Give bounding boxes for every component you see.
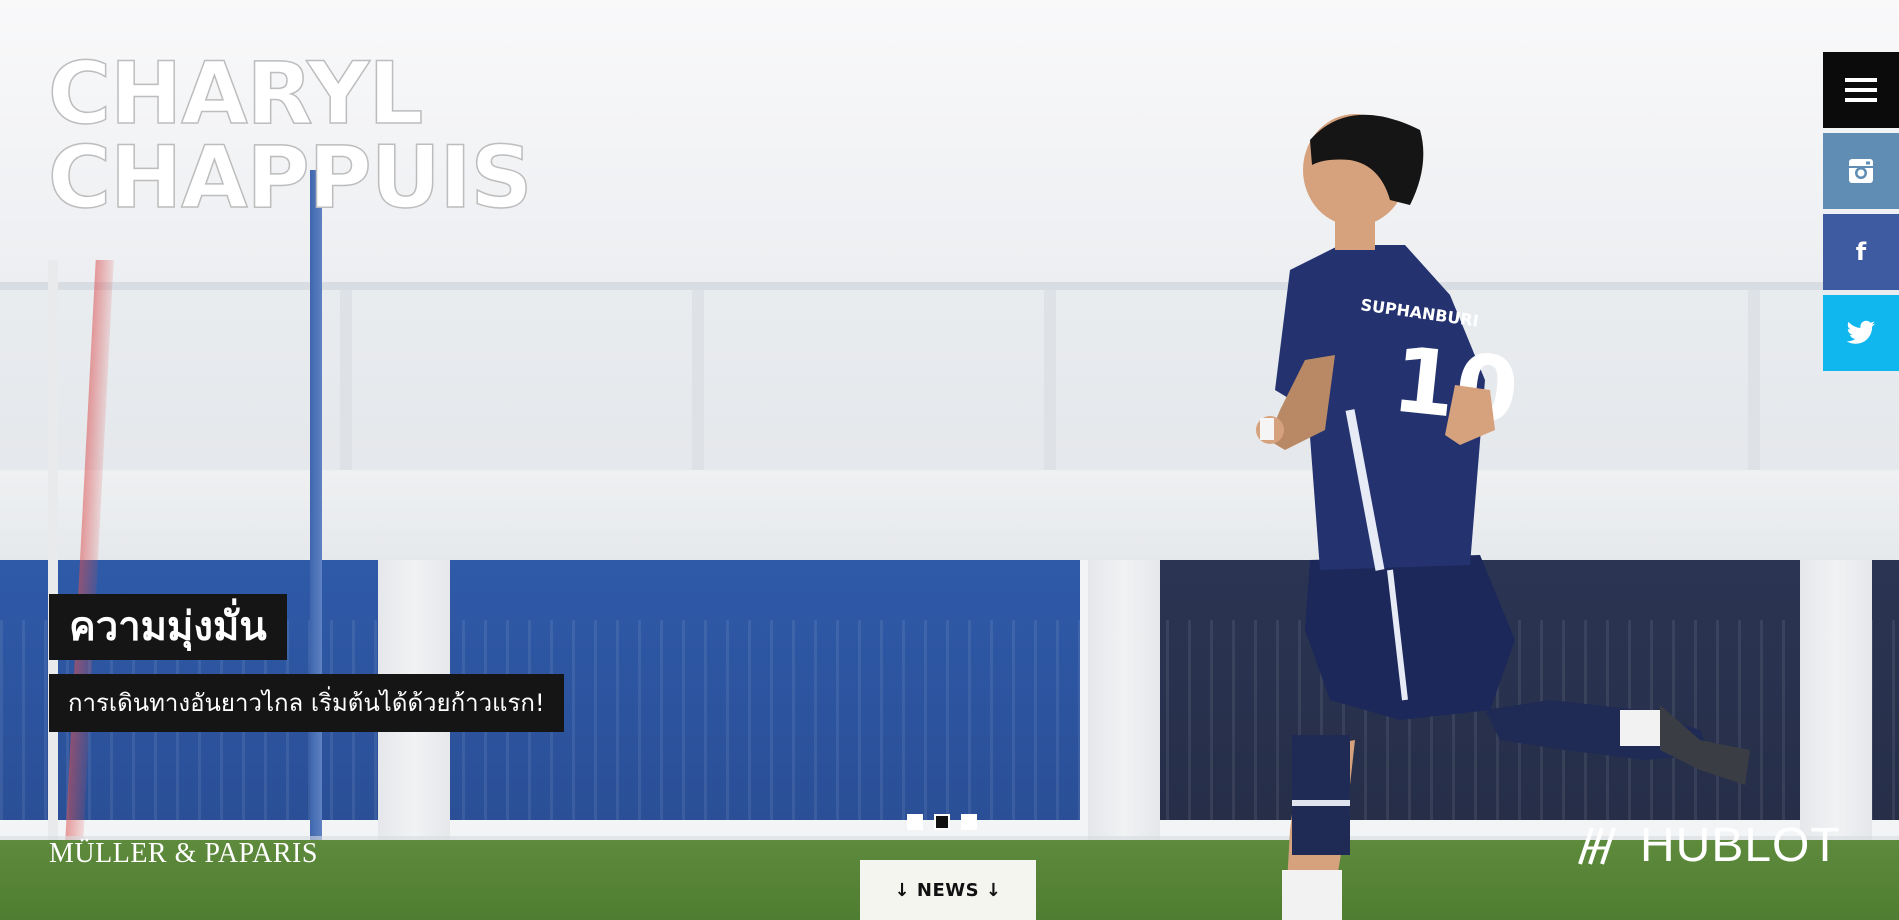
hublot-wordmark: HUBLOT (1640, 819, 1841, 872)
facebook-icon: f (1855, 238, 1867, 266)
site-title-line1: CHARYL (47, 44, 424, 144)
slider-pagination (907, 814, 977, 830)
hamburger-icon (1845, 78, 1877, 102)
slider-dot-3[interactable] (961, 814, 977, 830)
site-title[interactable]: CHARYL CHAPPUIS (47, 44, 533, 228)
slider-dot-2[interactable] (934, 814, 950, 830)
slide-caption-title: ความมุ่งมั่น (49, 594, 287, 660)
player-image: SUPHANBURI 10 (1256, 114, 1750, 920)
sponsor-hublot-logo[interactable]: HUBLOT (1578, 818, 1841, 873)
menu-button[interactable] (1823, 52, 1899, 128)
news-tab-button[interactable]: ↓ NEWS ↓ (860, 860, 1036, 920)
social-sidebar: f (1823, 52, 1899, 376)
instagram-icon (1849, 159, 1873, 183)
slider-dot-1[interactable] (907, 814, 923, 830)
facebook-button[interactable]: f (1823, 214, 1899, 290)
hublot-mark-icon (1578, 826, 1616, 865)
site-title-line2: CHAPPUIS (47, 128, 533, 228)
slide-caption-subtitle: การเดินทางอันยาวไกล เริ่มต้นได้ด้วยก้าวแ… (49, 674, 564, 732)
twitter-icon (1846, 320, 1875, 344)
instagram-button[interactable] (1823, 133, 1899, 209)
hero-slider: SUPHANBURI 10 CHARYL CHAPPUIS (0, 0, 1899, 920)
twitter-button[interactable] (1823, 295, 1899, 371)
sponsor-muller-paparis-logo[interactable]: MÜLLER & PAPARIS (49, 838, 318, 870)
